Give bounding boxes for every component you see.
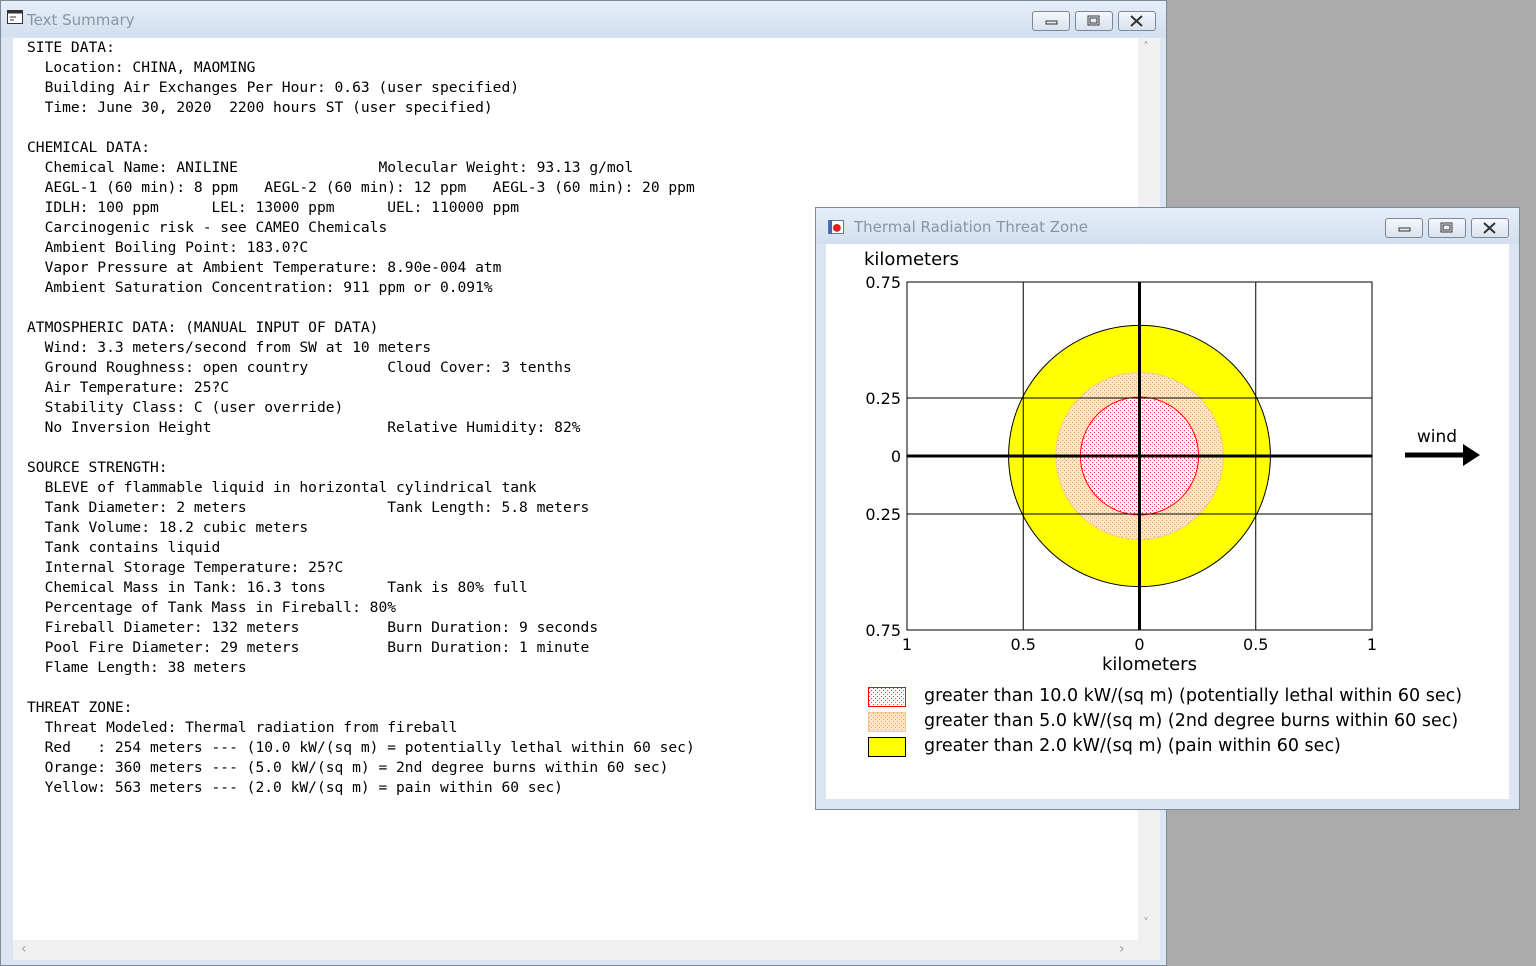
y-tick-label: 0.75 <box>865 273 901 292</box>
scroll-left-arrow-icon[interactable]: ‹ <box>21 941 27 957</box>
wind-label: wind <box>1417 427 1457 447</box>
threat-zone-titlebar[interactable]: Thermal Radiation Threat Zone <box>816 208 1519 244</box>
minimize-icon <box>1045 20 1058 25</box>
wind-arrow-icon <box>1463 444 1480 466</box>
legend-swatch-yellow <box>868 737 906 757</box>
x-tick-label: 0.5 <box>1243 635 1268 654</box>
x-tick-label: 1 <box>1367 635 1377 654</box>
legend-swatch-red <box>868 687 906 707</box>
maximize-icon <box>1087 15 1100 26</box>
y-tick-label: 0.75 <box>865 621 901 640</box>
x-axis-title: kilometers <box>1102 654 1197 675</box>
maximize-icon <box>1440 222 1453 233</box>
x-tick-label: 1 <box>902 635 912 654</box>
legend-text-yellow: greater than 2.0 kW/(sq m) (pain within … <box>924 736 1341 756</box>
y-tick-label: 0.25 <box>865 389 901 408</box>
y-tick-label: 0 <box>891 447 901 466</box>
y-tick-label: 0.25 <box>865 505 901 524</box>
close-button[interactable] <box>1471 218 1509 238</box>
close-button[interactable] <box>1118 11 1156 31</box>
x-tick-label: 0.5 <box>1011 635 1036 654</box>
minimize-button[interactable] <box>1032 11 1070 31</box>
maximize-button[interactable] <box>1075 11 1113 31</box>
text-document-icon <box>7 10 23 24</box>
y-axis-title: kilometers <box>864 249 959 270</box>
maximize-button[interactable] <box>1428 218 1466 238</box>
threat-zone-plot-area: 0.75 0.25 0 0.25 0.75 1 0.5 0 0.5 1 wind kilomete… <box>826 244 1509 799</box>
text-summary-titlebar[interactable]: Text Summary <box>1 1 1166 37</box>
scroll-right-arrow-icon[interactable]: › <box>1119 941 1125 957</box>
close-icon <box>1130 15 1143 27</box>
close-icon <box>1483 222 1496 234</box>
summary-text: SITE DATA: Location: CHINA, MAOMING Buil… <box>27 39 695 796</box>
scroll-up-arrow-icon[interactable]: ˄ <box>1143 40 1149 54</box>
horizontal-scrollbar[interactable]: ‹ › <box>13 940 1160 960</box>
minimize-icon <box>1398 227 1411 232</box>
threat-zone-window: Thermal Radiation Threat Zone 0.75 0.25 … <box>815 207 1520 810</box>
threat-zone-app-icon <box>828 220 844 234</box>
legend-text-orange: greater than 5.0 kW/(sq m) (2nd degree b… <box>924 711 1459 731</box>
x-tick-label: 0 <box>1134 635 1144 654</box>
minimize-button[interactable] <box>1385 218 1423 238</box>
window-title: Text Summary <box>27 11 135 29</box>
legend-text-red: greater than 10.0 kW/(sq m) (potentially… <box>924 686 1463 706</box>
window-title: Thermal Radiation Threat Zone <box>854 218 1088 236</box>
scroll-down-arrow-icon[interactable]: ˅ <box>1143 916 1149 930</box>
legend-swatch-orange <box>868 712 906 732</box>
